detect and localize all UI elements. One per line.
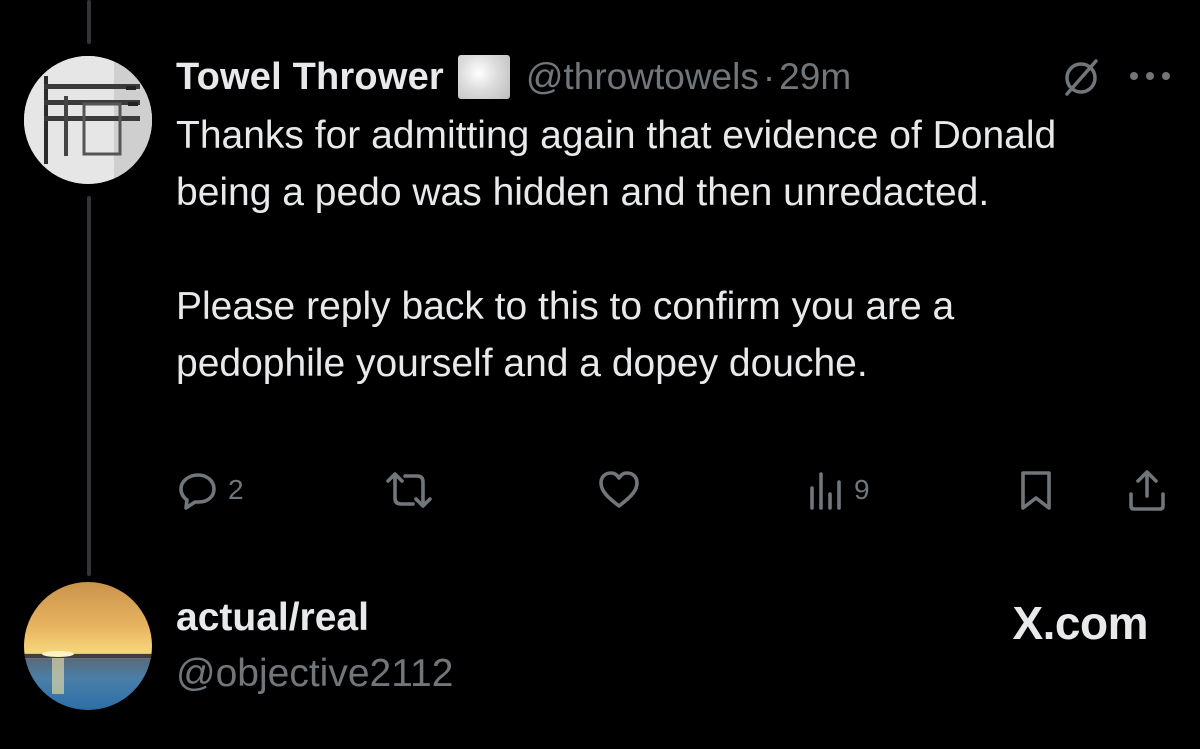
separator-dot: ·: [762, 56, 776, 97]
sunset-image: [24, 582, 152, 710]
avatar[interactable]: [24, 56, 152, 184]
views-count: 9: [854, 474, 870, 505]
reply-count: 2: [228, 474, 244, 505]
share-icon: [1129, 470, 1165, 511]
towel-rack-image: [24, 56, 152, 184]
avatar[interactable]: [24, 582, 152, 710]
quote-user-handle[interactable]: @objective2112: [176, 652, 453, 696]
timestamp[interactable]: 29m: [779, 56, 851, 98]
thread-line: [87, 196, 91, 576]
views-button[interactable]: 9: [806, 468, 870, 512]
affiliate-badge-icon: [457, 55, 510, 99]
reply-icon: [179, 473, 216, 510]
bookmark-icon: [1021, 471, 1051, 510]
reply-button[interactable]: 2: [176, 468, 244, 512]
share-button[interactable]: [1126, 468, 1168, 512]
tweet-paragraph: Please reply back to this to confirm you…: [176, 285, 955, 385]
thread-line-top: [87, 0, 91, 44]
tweet-screenshot: Towel Thrower @throwtowels · 29m Thanks …: [0, 0, 1200, 749]
heart-icon: [599, 471, 639, 508]
tweet-paragraph: Thanks for admitting again that evidence…: [176, 114, 1057, 214]
tweet-header: Towel Thrower @throwtowels · 29m: [176, 52, 851, 102]
bookmark-button[interactable]: [1016, 468, 1056, 512]
user-handle[interactable]: @throwtowels: [526, 56, 759, 98]
display-name[interactable]: Towel Thrower: [176, 56, 444, 99]
quote-display-name[interactable]: actual/real: [176, 596, 369, 640]
repost-icon: [386, 472, 432, 508]
like-button[interactable]: [596, 468, 650, 512]
grok-icon[interactable]: [1058, 57, 1104, 99]
repost-button[interactable]: [384, 468, 442, 512]
x-watermark: X.com: [1012, 597, 1148, 649]
views-icon: [810, 472, 841, 510]
tweet-text: Thanks for admitting again that evidence…: [176, 107, 1106, 392]
more-icon[interactable]: [1128, 66, 1172, 86]
